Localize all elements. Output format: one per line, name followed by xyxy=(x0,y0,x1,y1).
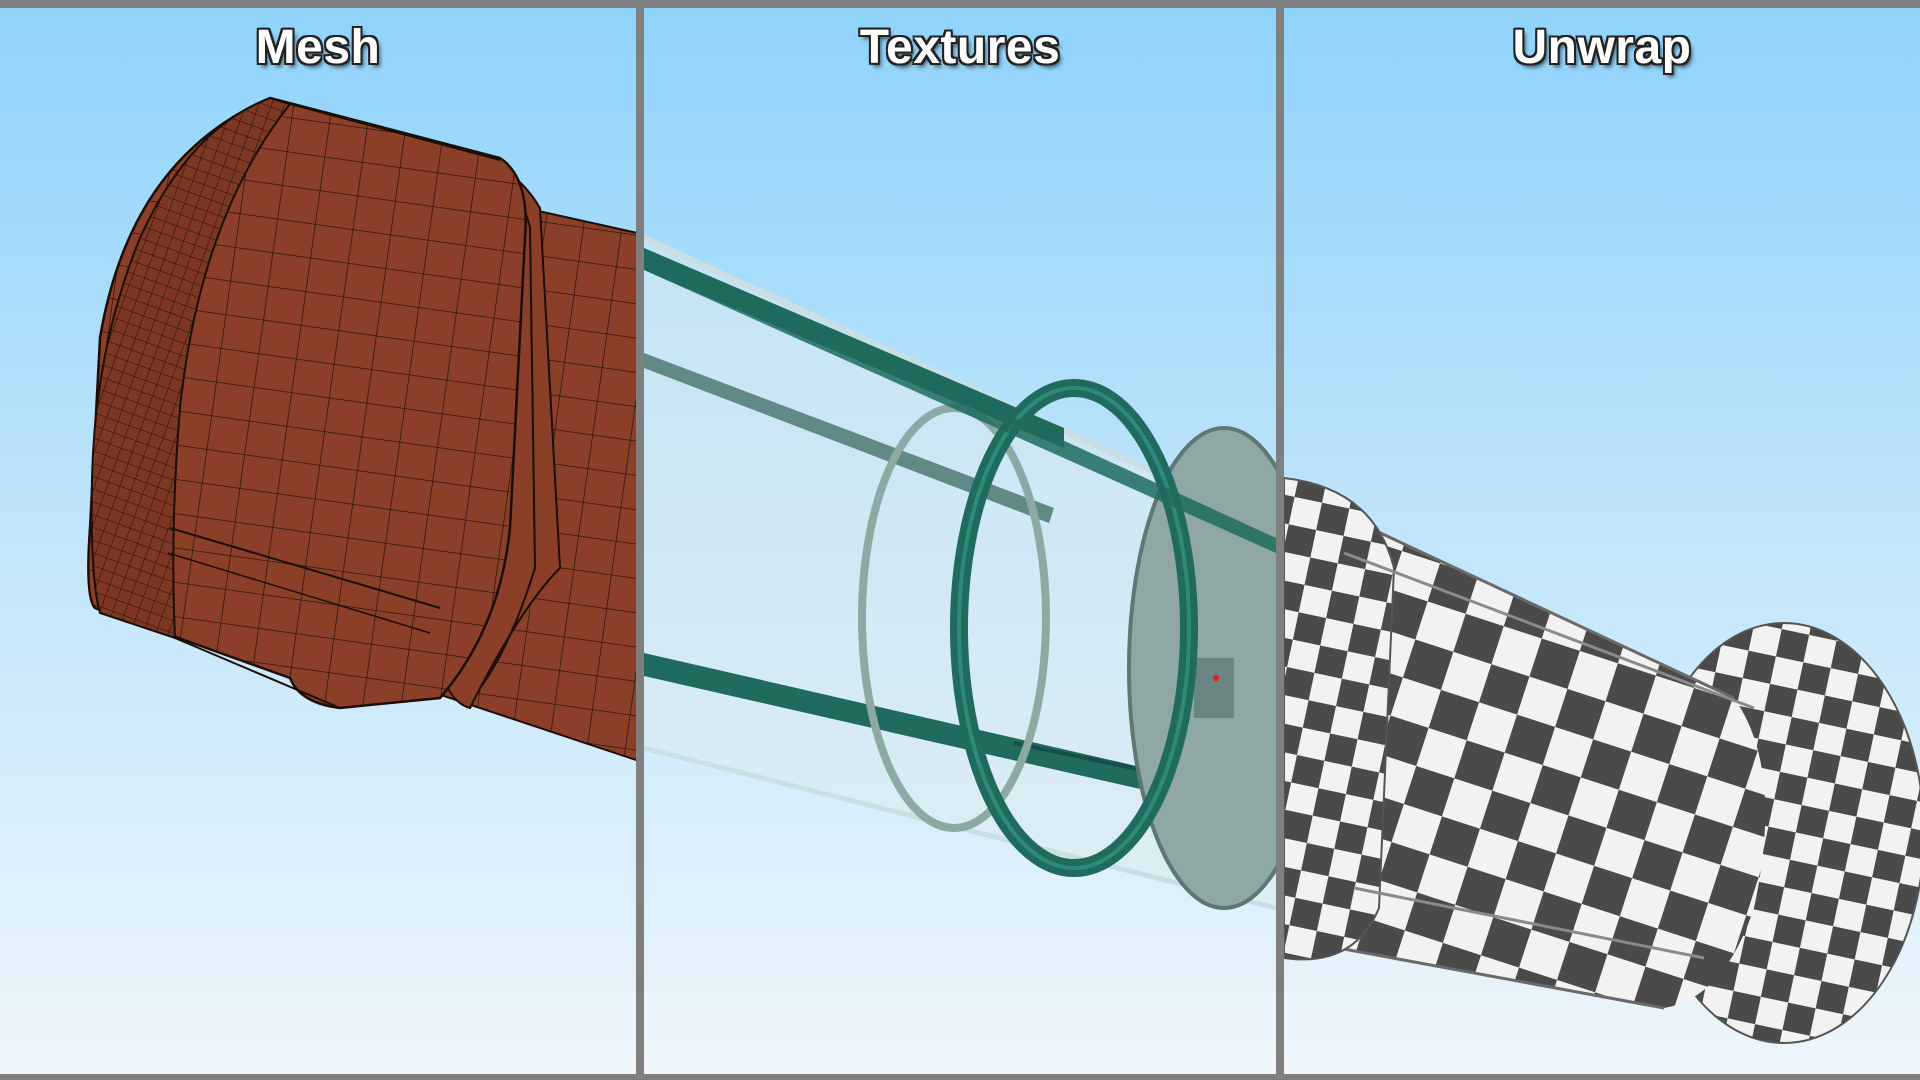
render-sheet: Mesh Textures Unwrap xyxy=(0,0,1920,1080)
textures-render xyxy=(644,235,1276,911)
panel-title-unwrap: Unwrap xyxy=(1512,21,1692,74)
panel-title-textures: Textures xyxy=(859,21,1061,74)
mesh-render xyxy=(87,96,636,762)
unwrap-render xyxy=(1284,476,1920,1044)
textures-panel: Textures xyxy=(644,8,1276,1074)
mesh-panel: Mesh xyxy=(0,8,636,1074)
panel-title-mesh: Mesh xyxy=(255,21,381,74)
unwrap-panel: Unwrap xyxy=(1284,8,1920,1074)
